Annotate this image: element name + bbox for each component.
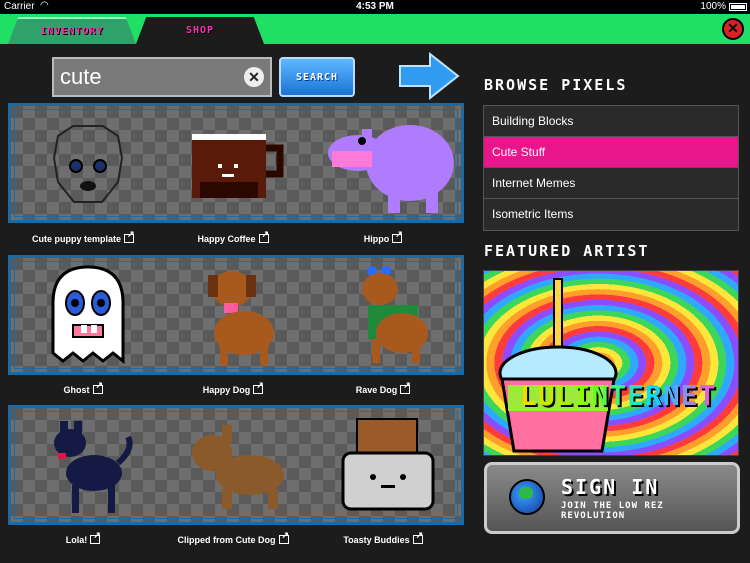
share-icon xyxy=(392,229,403,243)
tab-inventory[interactable]: INVENTORY xyxy=(8,17,136,44)
item-label[interactable]: Ghost xyxy=(8,380,158,395)
item-thumbnail[interactable] xyxy=(313,408,463,522)
item-row xyxy=(8,103,464,223)
sign-in-subtitle: JOIN THE LOW REZ REVOLUTION xyxy=(561,501,664,521)
featured-artist-heading: FEATURED ARTIST xyxy=(484,242,650,260)
share-icon xyxy=(412,530,423,544)
share-icon xyxy=(253,380,264,394)
share-icon xyxy=(124,229,135,243)
search-input[interactable] xyxy=(54,59,239,95)
featured-artist-name: LULINTERNET xyxy=(520,379,717,412)
arrow-right-icon xyxy=(399,52,460,100)
top-bar: INVENTORY SHOP ✕ xyxy=(0,14,750,44)
browse-item-building-blocks[interactable]: Building Blocks xyxy=(484,106,738,137)
hippo-image xyxy=(328,125,454,213)
item-label[interactable]: Clipped from Cute Dog xyxy=(158,530,308,545)
item-row xyxy=(8,255,464,375)
share-icon xyxy=(278,530,289,544)
browse-pixels-heading: BROWSE PIXELS xyxy=(484,76,628,94)
battery-percent: 100% xyxy=(700,1,726,12)
close-button[interactable]: ✕ xyxy=(722,18,744,40)
share-icon xyxy=(400,380,411,394)
item-thumbnail[interactable] xyxy=(13,408,163,522)
ghost-image xyxy=(51,265,125,365)
status-bar: Carrier ◠ 4:53 PM 100% xyxy=(0,0,750,14)
globe-icon xyxy=(509,479,545,515)
item-label[interactable]: Cute puppy template xyxy=(8,229,158,244)
item-label[interactable]: Rave Dog xyxy=(308,380,458,395)
share-icon xyxy=(90,530,101,544)
status-time: 4:53 PM xyxy=(356,1,394,12)
coffee-cup-image xyxy=(192,134,284,198)
browse-list: Building Blocks Cute Stuff Internet Meme… xyxy=(483,105,739,231)
rave-dog-image xyxy=(362,266,428,363)
toaster-image xyxy=(341,418,435,511)
sign-in-button[interactable]: SIGN IN JOIN THE LOW REZ REVOLUTION xyxy=(484,462,740,534)
item-label[interactable]: Happy Coffee xyxy=(158,229,308,244)
item-label[interactable]: Toasty Buddies xyxy=(308,530,458,545)
share-icon xyxy=(258,229,269,243)
share-icon xyxy=(92,380,103,394)
item-thumbnail[interactable] xyxy=(163,408,313,522)
sign-in-title: SIGN IN xyxy=(561,475,660,499)
browse-item-cute-stuff[interactable]: Cute Stuff xyxy=(484,137,738,168)
clear-icon: ✕ xyxy=(248,69,260,85)
battery-icon xyxy=(729,3,747,11)
tab-shop[interactable]: SHOP xyxy=(136,17,264,44)
item-label[interactable]: Lola! xyxy=(8,530,158,545)
browse-item-isometric-items[interactable]: Isometric Items xyxy=(484,199,738,230)
clipped-dog-image xyxy=(192,425,284,509)
item-label[interactable]: Happy Dog xyxy=(158,380,308,395)
clear-search-button[interactable]: ✕ xyxy=(244,67,264,87)
drink-cup-image xyxy=(498,278,618,453)
close-icon: ✕ xyxy=(727,20,739,36)
happy-dog-image xyxy=(208,271,274,365)
item-thumbnail[interactable] xyxy=(13,106,163,220)
black-dog-image xyxy=(54,421,133,513)
item-row xyxy=(8,405,464,525)
browse-item-internet-memes[interactable]: Internet Memes xyxy=(484,168,738,199)
search-field: ✕ xyxy=(52,57,272,97)
item-thumbnail[interactable] xyxy=(13,258,163,372)
item-label[interactable]: Hippo xyxy=(308,229,458,244)
item-thumbnail[interactable] xyxy=(163,258,313,372)
item-thumbnail[interactable] xyxy=(313,106,463,220)
featured-artist-banner[interactable]: LULINTERNET LULINTERNET xyxy=(483,270,739,456)
puppy-outline-image xyxy=(52,125,124,203)
item-thumbnail[interactable] xyxy=(163,106,313,220)
search-button[interactable]: SEARCH xyxy=(279,57,355,97)
item-thumbnail[interactable] xyxy=(313,258,463,372)
